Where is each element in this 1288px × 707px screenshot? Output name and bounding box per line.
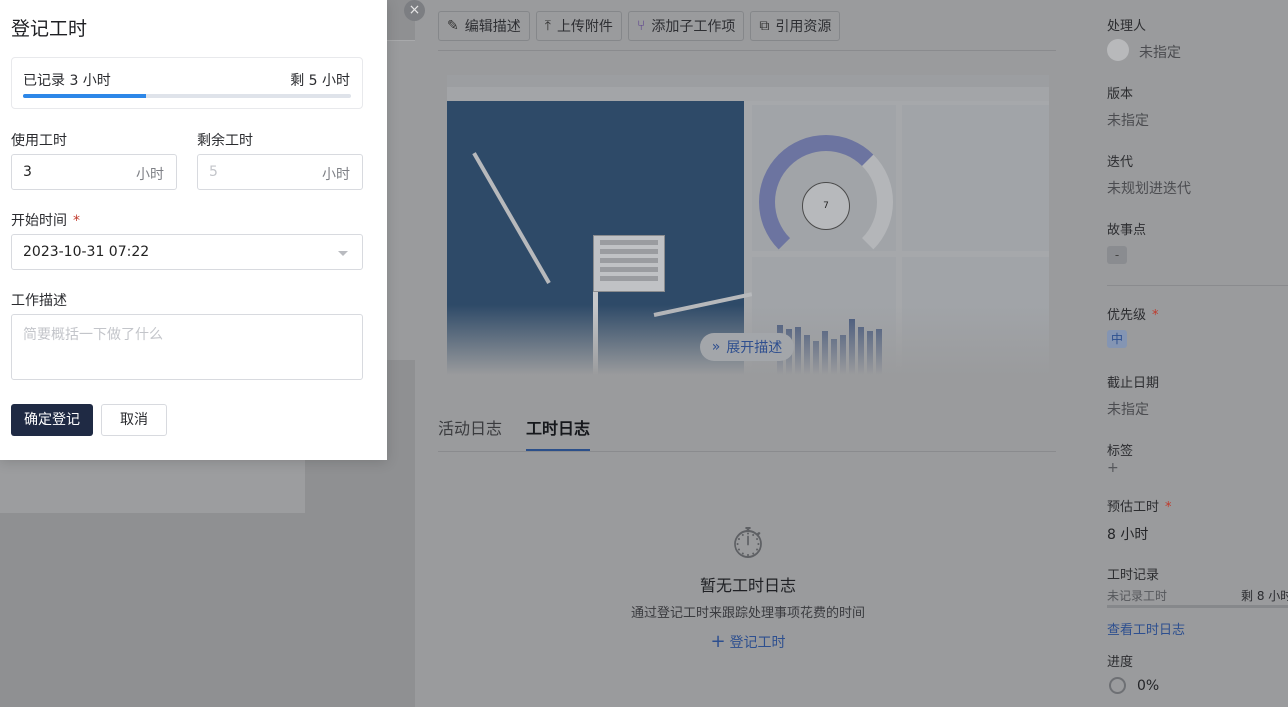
description-textarea[interactable]: 简要概括一下做了什么 [11, 314, 363, 380]
start-time-label-text: 开始时间 [11, 213, 67, 229]
iteration-label: 迭代 [1107, 155, 1134, 170]
priority-label: 优先级 * [1107, 304, 1159, 323]
time-record-label: 工时记录 [1107, 568, 1160, 583]
upload-attachment-label: 上传附件 [556, 19, 613, 35]
cancel-button[interactable]: 取消 [101, 404, 167, 436]
chevron-down-icon [338, 251, 348, 256]
image-browser-bar [447, 75, 1049, 87]
edit-description-label: 编辑描述 [464, 19, 521, 35]
image-app-header [447, 87, 1049, 101]
used-hours-label: 使用工时 [11, 133, 67, 149]
log-time-link-label: 登记工时 [729, 635, 786, 651]
estimate-label: 预估工时 * [1107, 496, 1172, 515]
toolbar-divider [438, 50, 1056, 51]
avatar[interactable] [1107, 39, 1129, 61]
story-points-label: 故事点 [1107, 223, 1147, 238]
time-record-progress [1107, 605, 1288, 608]
used-hours-input[interactable]: 3 小时 [11, 154, 177, 190]
required-mark: * [73, 213, 80, 229]
edit-description-button[interactable]: ✎ 编辑描述 [438, 11, 530, 41]
time-record-remaining: 剩 8 小时 [1241, 589, 1288, 603]
remaining-hours-placeholder: 5 [209, 164, 218, 180]
description-placeholder: 简要概括一下做了什么 [23, 327, 163, 343]
log-time-modal: 登记工时 已记录 3 小时 剩 5 小时 使用工时 3 小时 剩余工时 5 小时… [0, 0, 387, 460]
add-subitem-button[interactable]: ⑂ 添加子工作项 [627, 11, 745, 41]
start-time-value: 2023-10-31 07:22 [23, 244, 150, 260]
tags-label: 标签 [1107, 444, 1134, 459]
logged-summary: 已记录 3 小时 剩 5 小时 [11, 57, 363, 109]
sidebar-divider [1107, 285, 1288, 286]
story-points-value[interactable]: - [1107, 246, 1127, 264]
priority-value[interactable]: 中 [1107, 330, 1127, 348]
estimate-value[interactable]: 8 小时 [1107, 524, 1148, 544]
progress-value[interactable]: 0% [1137, 678, 1159, 694]
start-time-select[interactable]: 2023-10-31 07:22 [11, 234, 363, 270]
time-record-logged: 未记录工时 [1107, 589, 1168, 603]
log-time-link[interactable]: + 登记工时 [438, 631, 1058, 652]
progress-ring-icon [1109, 677, 1126, 694]
logged-progress-bar [23, 94, 351, 98]
image-context-menu [593, 235, 665, 292]
expand-description-button[interactable]: » 展开描述 [700, 333, 794, 361]
used-hours-unit: 小时 [136, 167, 164, 183]
logged-progress-fill [23, 94, 146, 98]
confirm-log-button[interactable]: 确定登记 [11, 404, 93, 436]
plus-icon: + [710, 631, 726, 652]
progress-label: 进度 [1107, 655, 1134, 670]
description-label: 工作描述 [11, 293, 67, 309]
close-icon[interactable]: × [404, 0, 425, 21]
time-log-empty-state: ⏱ 暂无工时日志 通过登记工时来跟踪处理事项花费的时间 + 登记工时 [438, 519, 1058, 653]
logged-hours-text: 已记录 3 小时 [23, 73, 111, 89]
subtask-icon: ⑂ [636, 18, 646, 34]
add-subitem-label: 添加子工作项 [651, 19, 736, 35]
start-time-label: 开始时间 * [11, 210, 80, 230]
empty-title: 暂无工时日志 [699, 576, 796, 595]
due-date-value[interactable]: 未指定 [1107, 399, 1149, 419]
background-divider [386, 40, 415, 41]
stopwatch-icon: ⏱ [731, 519, 765, 568]
expand-description-label: 展开描述 [726, 340, 783, 356]
detail-toolbar: ✎ 编辑描述 ⤒ 上传附件 ⑂ 添加子工作项 ⧉ 引用资源 [438, 11, 841, 41]
image-gauge-center: 7 [802, 182, 850, 230]
version-label: 版本 [1107, 87, 1134, 102]
tab-time-log[interactable]: 工时日志 [526, 415, 591, 451]
estimate-label-text: 预估工时 [1107, 500, 1160, 515]
properties-sidebar: 处理人 未指定 版本 未指定 迭代 未规划进迭代 故事点 - 优先级 * 中 截止… [1083, 0, 1288, 707]
iteration-value[interactable]: 未规划进迭代 [1107, 178, 1191, 198]
remaining-hours-text: 剩 5 小时 [290, 73, 350, 89]
due-date-label: 截止日期 [1107, 376, 1160, 391]
chevrons-down-icon: » [711, 339, 721, 355]
version-value[interactable]: 未指定 [1107, 110, 1149, 130]
upload-icon: ⤒ [544, 18, 551, 34]
add-tag-button[interactable]: + [1107, 460, 1119, 476]
reference-resource-label: 引用资源 [775, 19, 832, 35]
remaining-hours-unit: 小时 [322, 167, 350, 183]
log-tabs: 活动日志 工时日志 [438, 415, 591, 451]
remaining-hours-label: 剩余工时 [197, 133, 253, 149]
view-time-log-link[interactable]: 查看工时日志 [1107, 619, 1185, 638]
image-line-panel [902, 105, 1049, 251]
modal-title: 登记工时 [11, 18, 88, 40]
description-image: 7 [447, 75, 1049, 375]
edit-icon: ✎ [447, 18, 459, 34]
required-mark: * [1165, 500, 1172, 515]
empty-subtitle: 通过登记工时来跟踪处理事项花费的时间 [630, 606, 865, 621]
upload-attachment-button[interactable]: ⤒ 上传附件 [535, 11, 622, 41]
priority-label-text: 优先级 [1107, 308, 1147, 323]
remaining-hours-input[interactable]: 5 小时 [197, 154, 363, 190]
reference-resource-button[interactable]: ⧉ 引用资源 [750, 11, 841, 41]
used-hours-value: 3 [23, 164, 32, 180]
tab-activity-log[interactable]: 活动日志 [438, 415, 502, 451]
assignee-value[interactable]: 未指定 [1139, 42, 1181, 62]
required-mark: * [1152, 308, 1159, 323]
link-icon: ⧉ [759, 18, 770, 34]
assignee-label: 处理人 [1107, 19, 1147, 34]
tabs-divider [438, 451, 1056, 452]
